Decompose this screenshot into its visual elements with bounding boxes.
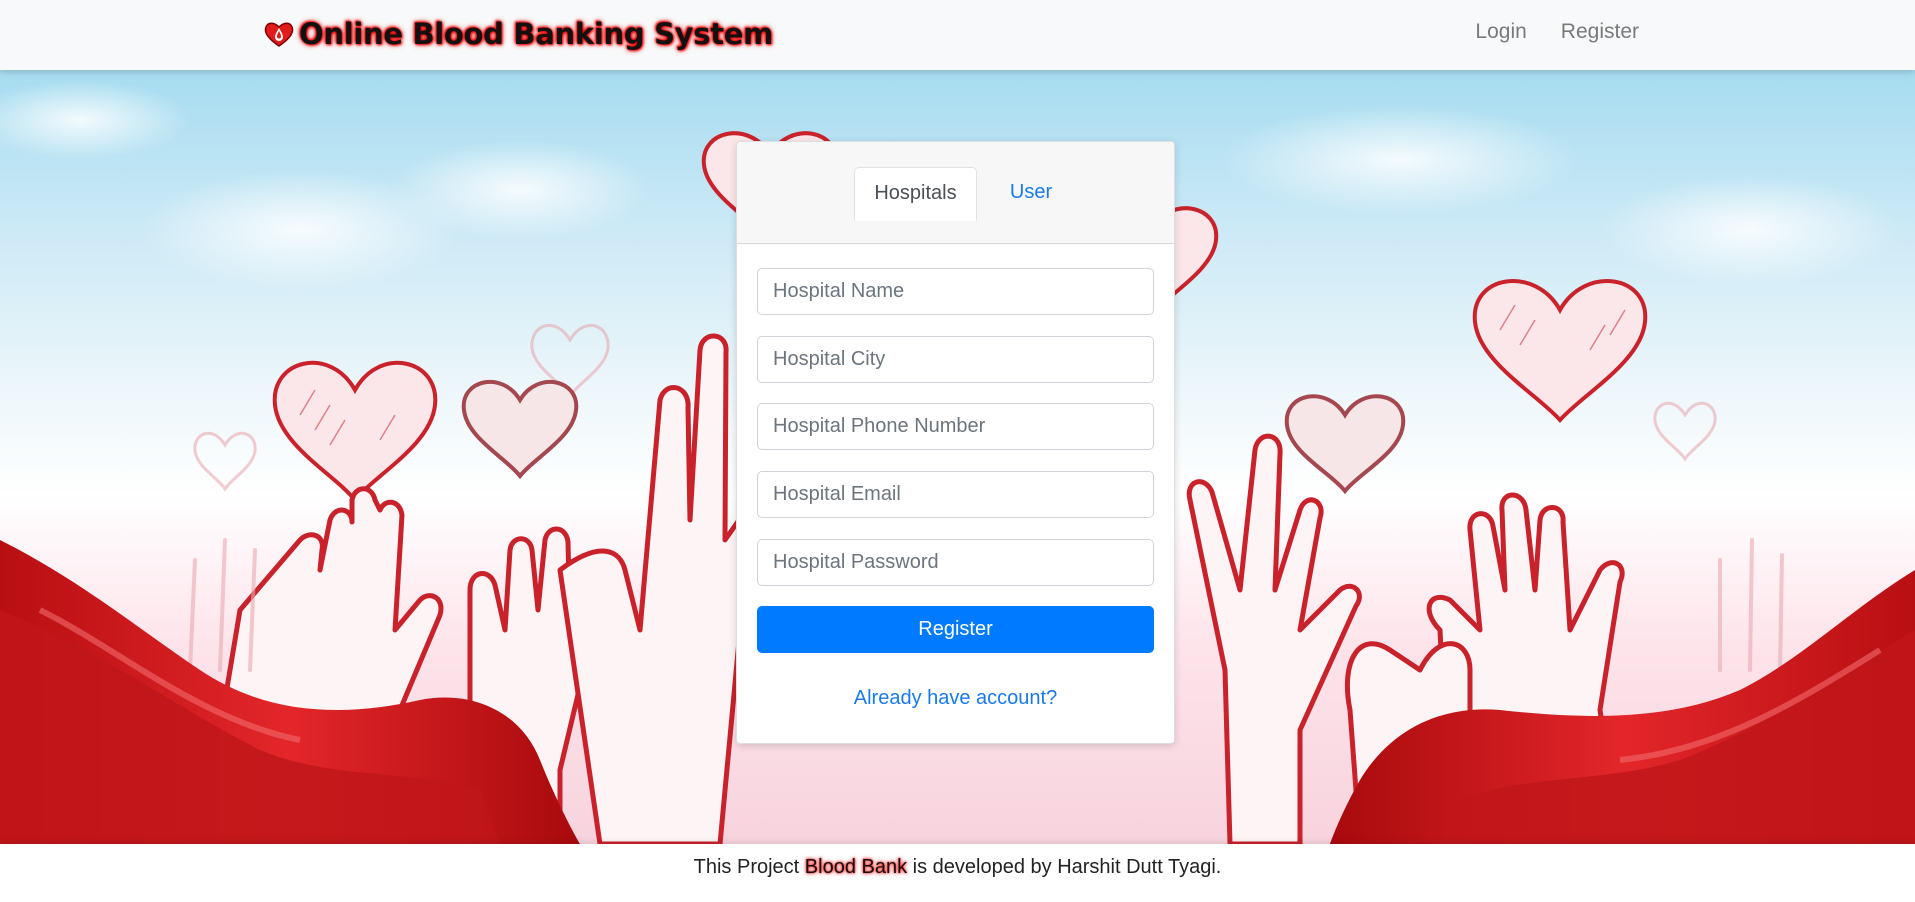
tab-hospitals[interactable]: Hospitals: [854, 167, 977, 221]
hospital-password-input[interactable]: [757, 539, 1154, 586]
already-have-account-link[interactable]: Already have account?: [737, 687, 1174, 710]
hospital-email-input[interactable]: [757, 471, 1154, 518]
blood-drop-heart-icon: [262, 19, 296, 49]
nav-register-link[interactable]: Register: [1561, 20, 1639, 44]
hospital-phone-input[interactable]: [757, 403, 1154, 450]
card-header: Hospitals User: [737, 142, 1174, 244]
register-card: Hospitals User Register Already have acc…: [736, 141, 1175, 744]
footer-credit: This Project Blood Bank is developed by …: [0, 856, 1915, 879]
footer-suffix: is developed by Harshit Dutt Tyagi.: [912, 856, 1222, 878]
hospital-city-input[interactable]: [757, 336, 1154, 383]
nav-links: Login Register: [1475, 20, 1639, 44]
brand-title: Online Blood Banking System: [299, 17, 774, 51]
footer: This Project Blood Bank is developed by …: [0, 844, 1915, 902]
footer-prefix: This Project: [693, 856, 800, 878]
tab-user[interactable]: User: [985, 167, 1077, 218]
register-button[interactable]: Register: [757, 606, 1154, 653]
brand-link[interactable]: Online Blood Banking System: [262, 14, 773, 54]
footer-project-name: Blood Bank: [804, 856, 908, 878]
nav-login-link[interactable]: Login: [1475, 20, 1526, 44]
hospital-name-input[interactable]: [757, 268, 1154, 315]
navbar: Online Blood Banking System Login Regist…: [0, 0, 1915, 70]
